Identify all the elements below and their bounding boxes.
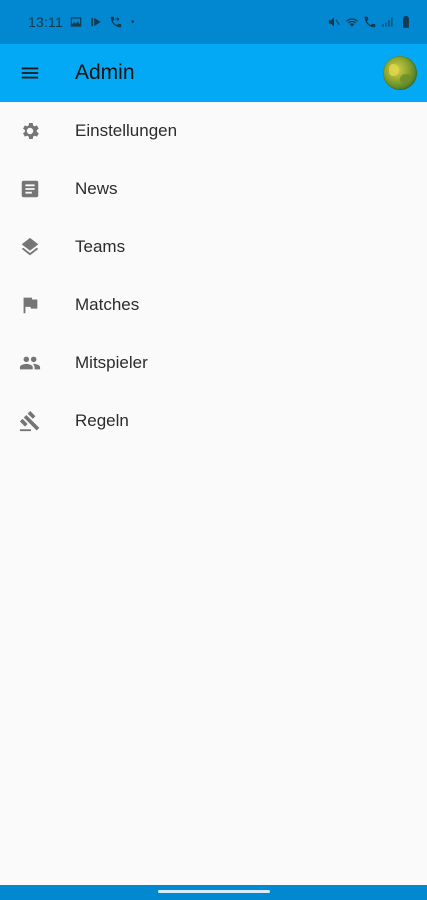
- admin-menu-list: Einstellungen News Teams Matches Mitspie: [0, 102, 427, 450]
- flag-icon: [0, 276, 60, 334]
- app-screen: 13:11 • Admin Einstellungen News Teams M…: [0, 0, 427, 900]
- app-bar: Admin: [0, 44, 427, 102]
- user-avatar[interactable]: [383, 56, 417, 90]
- volte-icon: [363, 15, 377, 29]
- menu-item-news[interactable]: News: [0, 160, 427, 218]
- play-icon: [89, 15, 103, 29]
- status-bar: 13:11 •: [0, 0, 427, 44]
- menu-item-label: Regeln: [75, 411, 129, 430]
- signal-icon: [381, 15, 395, 29]
- status-time: 13:11: [28, 14, 63, 30]
- article-icon: [0, 160, 60, 218]
- menu-item-einstellungen[interactable]: Einstellungen: [0, 102, 427, 160]
- gallery-icon: [69, 15, 83, 29]
- layers-icon: [0, 218, 60, 276]
- gavel-icon: [0, 392, 60, 450]
- people-icon: [0, 334, 60, 392]
- page-title: Admin: [75, 61, 135, 84]
- menu-item-label: Einstellungen: [75, 121, 178, 140]
- menu-item-label: Matches: [75, 295, 140, 314]
- hamburger-menu-icon: [21, 67, 39, 79]
- menu-item-label: News: [75, 179, 118, 198]
- menu-item-label: Mitspieler: [75, 353, 148, 372]
- mute-icon: [327, 15, 341, 29]
- system-navigation-bar: [0, 885, 427, 900]
- status-bar-right: [327, 15, 413, 29]
- gear-icon: [0, 102, 60, 160]
- wifi-icon: [345, 15, 359, 29]
- menu-item-regeln[interactable]: Regeln: [0, 392, 427, 450]
- status-bar-left: 13:11 •: [28, 14, 135, 30]
- notification-dot: •: [131, 16, 135, 28]
- battery-icon: [399, 15, 413, 29]
- menu-item-label: Teams: [75, 237, 126, 256]
- home-indicator[interactable]: [158, 890, 270, 893]
- menu-item-teams[interactable]: Teams: [0, 218, 427, 276]
- menu-item-mitspieler[interactable]: Mitspieler: [0, 334, 427, 392]
- call-forward-icon: [109, 15, 123, 29]
- hamburger-menu-button[interactable]: [0, 44, 60, 102]
- menu-item-matches[interactable]: Matches: [0, 276, 427, 334]
